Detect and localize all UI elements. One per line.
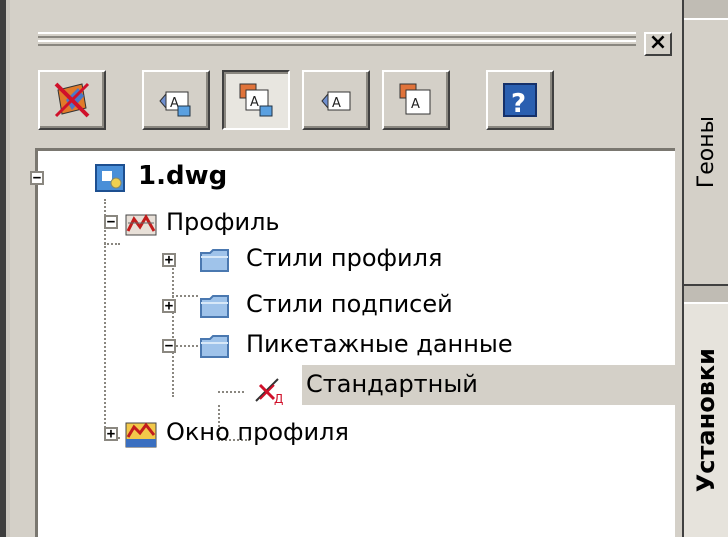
tree-view[interactable]: − 1.dwg − Профиль + Стили профиля + Стил… [30,148,678,537]
label-set-icon: A [239,83,273,117]
profile-view-icon [125,422,157,448]
tab-geony-label: Геоны [693,115,719,189]
tree-line [172,295,198,297]
grip-line [38,32,636,38]
cross-style-icon [54,82,90,118]
delete-style-button[interactable] [38,70,106,130]
tree-line [104,243,120,245]
help-icon: ? [503,83,537,119]
tab-geony[interactable]: Геоны [684,18,728,286]
station-data-expander[interactable]: − [162,339,176,353]
tree-node-standard[interactable]: Стандартный [306,369,478,399]
label-edit-icon: A [321,91,351,111]
window-left-bevel [6,0,10,537]
drawing-icon [95,164,125,192]
close-button[interactable]: × [644,32,672,56]
help-button[interactable]: ? [486,70,554,130]
svg-text:A: A [332,96,341,111]
label-set-button[interactable]: A [382,70,450,130]
label-new-icon: A [159,91,191,117]
tree-line [218,391,244,393]
close-icon: × [648,30,668,55]
new-label-style-button[interactable]: A [142,70,210,130]
station-style-icon: Д [255,378,283,405]
svg-text:Д: Д [274,392,283,405]
tree-node-root[interactable]: 1.dwg [138,161,227,191]
tree-node-station-data[interactable]: Пикетажные данные [246,329,513,359]
tree-line [172,257,174,397]
profile-icon [125,214,157,236]
tab-ustanovki[interactable]: Установки [684,302,728,537]
tab-ustanovki-label: Установки [692,348,720,493]
root-expander[interactable]: − [30,171,44,185]
tree-node-label-styles[interactable]: Стили подписей [246,289,453,319]
profile-view-expander[interactable]: + [104,427,118,441]
svg-text:A: A [250,95,259,110]
tree-node-profile[interactable]: Профиль [166,207,280,237]
svg-text:A: A [411,97,420,112]
folder-icon [200,295,229,318]
grip-line [38,40,636,46]
panel-gripper[interactable] [38,30,636,50]
edit-label-button[interactable]: A [302,70,370,130]
tree-line [104,199,106,439]
svg-text:?: ? [511,89,526,119]
tree-node-profile-styles[interactable]: Стили профиля [246,243,442,273]
folder-icon [200,249,229,272]
profile-styles-expander[interactable]: + [162,253,176,267]
tree-node-profile-view[interactable]: Окно профиля [166,417,349,447]
label-style-button[interactable]: A [222,70,290,130]
profile-expander[interactable]: − [104,215,118,229]
label-styles-expander[interactable]: + [162,299,176,313]
label-multi-icon: A [399,83,431,115]
folder-icon [200,335,229,358]
